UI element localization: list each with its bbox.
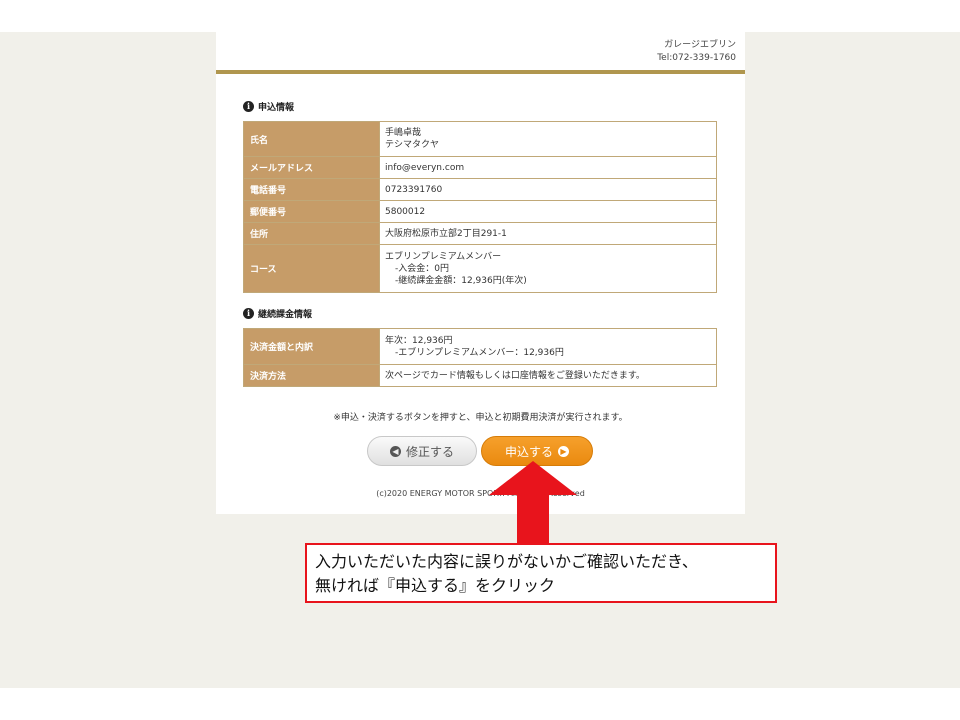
shop-name: ガレージエブリン [664, 40, 736, 50]
table-row: 氏名 手嶋卓哉 テシマタクヤ [243, 121, 717, 157]
table-row: 電話番号 0723391760 [243, 178, 717, 201]
submit-notice: ※申込・決済するボタンを押すと、申込と初期費用決済が実行されます。 [333, 413, 628, 423]
row-label: 住所 [243, 222, 380, 245]
confirmation-page: ガレージエブリン Tel:072-339-1760 i 申込情報 氏名 手嶋卓哉… [216, 32, 745, 514]
instruction-callout: 入力いただいた内容に誤りがないかご確認いただき、 無ければ『申込する』をクリック [305, 543, 777, 603]
billing-info-table: 決済金額と内訳 年次：12,936円 -エブリンプレミアムメンバー：12,936… [243, 328, 717, 387]
table-row: 決済方法 次ページでカード情報もしくは口座情報をご登録いただきます。 [243, 364, 717, 387]
header-divider [216, 70, 745, 74]
row-value-phone: 0723391760 [379, 178, 717, 201]
table-row: 決済金額と内訳 年次：12,936円 -エブリンプレミアムメンバー：12,936… [243, 328, 717, 365]
row-label: 決済金額と内訳 [243, 328, 380, 365]
table-row: コース エブリンプレミアムメンバー -入会金：0円 -継続課金金額：12,936… [243, 244, 717, 293]
info-icon: i [243, 101, 254, 112]
edit-button[interactable]: ◀ 修正する [367, 436, 477, 466]
row-label: 氏名 [243, 121, 380, 157]
name-kana: テシマタクヤ [385, 140, 440, 150]
row-value-payment-method: 次ページでカード情報もしくは口座情報をご登録いただきます。 [379, 364, 717, 387]
info-icon: i [243, 308, 254, 319]
copyright: (c)2020 ENERGY MOTOR SPORT. All Rights R… [376, 489, 585, 498]
row-value-address: 大阪府松原市立部2丁目291-1 [379, 222, 717, 245]
table-row: 郵便番号 5800012 [243, 200, 717, 223]
course-recurring-fee: -継続課金金額：12,936円(年次) [395, 275, 527, 286]
billing-section-title: i 継続課金情報 [243, 307, 312, 320]
row-label: 決済方法 [243, 364, 380, 387]
table-row: メールアドレス info@everyn.com [243, 156, 717, 179]
row-value-course: エブリンプレミアムメンバー -入会金：0円 -継続課金金額：12,936円(年次… [379, 244, 717, 293]
callout-line-2: 無ければ『申込する』をクリック [315, 576, 556, 595]
row-label: 電話番号 [243, 178, 380, 201]
application-info-table: 氏名 手嶋卓哉 テシマタクヤ メールアドレス info@everyn.com 電… [243, 121, 717, 293]
row-label: 郵便番号 [243, 200, 380, 223]
table-row: 住所 大阪府松原市立部2丁目291-1 [243, 222, 717, 245]
callout-line-1: 入力いただいた内容に誤りがないかご確認いただき、 [315, 552, 698, 571]
edit-button-label: 修正する [405, 444, 454, 459]
row-value-amount: 年次：12,936円 -エブリンプレミアムメンバー：12,936円 [379, 328, 717, 365]
submit-button-label: 申込する [504, 444, 553, 459]
row-value-name: 手嶋卓哉 テシマタクヤ [379, 121, 717, 157]
course-entry-fee: -入会金：0円 [395, 263, 449, 274]
application-section-title: i 申込情報 [243, 100, 294, 113]
row-value-postal: 5800012 [379, 200, 717, 223]
row-value-email: info@everyn.com [379, 156, 717, 179]
amount-breakdown: -エブリンプレミアムメンバー：12,936円 [395, 347, 564, 358]
name-kanji: 手嶋卓哉 [385, 128, 422, 138]
row-label: メールアドレス [243, 156, 380, 179]
arrow-right-circle-icon: ▶ [558, 445, 569, 457]
row-label: コース [243, 244, 380, 293]
shop-tel: Tel:072-339-1760 [657, 53, 736, 63]
red-up-arrow-icon [489, 461, 577, 543]
application-section-label: 申込情報 [258, 103, 295, 113]
billing-section-label: 継続課金情報 [258, 310, 313, 320]
course-name: エブリンプレミアムメンバー [385, 251, 502, 262]
arrow-left-circle-icon: ◀ [389, 445, 401, 457]
amount-total: 年次：12,936円 [385, 335, 453, 346]
